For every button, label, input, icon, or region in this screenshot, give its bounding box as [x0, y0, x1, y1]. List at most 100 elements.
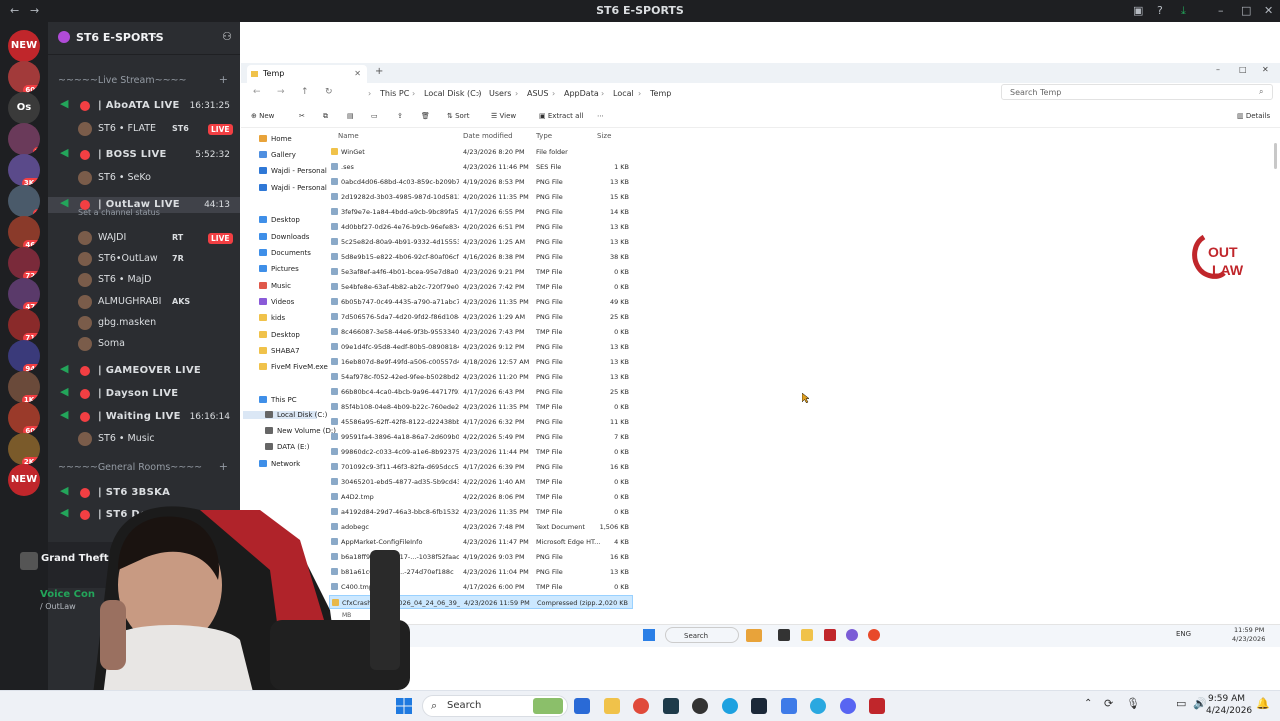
nav-item[interactable]: Music	[259, 282, 291, 290]
rename-icon[interactable]: ▭	[371, 112, 378, 120]
close-tab-icon[interactable]: ✕	[354, 65, 361, 83]
inner-search-box[interactable]: Search	[665, 627, 739, 643]
sync-icon[interactable]: ⟳	[1104, 697, 1113, 710]
add-channel-icon[interactable]: +	[219, 73, 228, 86]
delete-icon[interactable]: 🗑	[421, 112, 430, 120]
voice-channel[interactable]: ◀ | GAMEOVER LIVE	[48, 363, 240, 379]
discord-icon[interactable]	[846, 629, 858, 641]
server-icon[interactable]: Os	[8, 92, 40, 124]
voice-member[interactable]: ST6 • SeKo	[48, 170, 240, 186]
voice-member[interactable]: ST6•OutLaw 7R	[48, 251, 240, 267]
file-row[interactable]: .ses 4/23/2026 11:46 PM SES File 1 KB	[329, 160, 633, 174]
volume-icon[interactable]: 🔊	[1193, 697, 1207, 710]
voice-channel[interactable]: ◀ | BOSS LIVE 5:52:32	[48, 147, 240, 163]
taskbar-search-box[interactable]: ⌕ Search	[422, 695, 568, 717]
category-live-stream[interactable]: ~~~~~Live Stream~~~~	[58, 75, 186, 86]
file-row[interactable]: 09e1d4fc-95d8-4edf-80b5-089081847502 4/23…	[329, 340, 633, 354]
app-icon[interactable]	[722, 698, 738, 714]
nav-item[interactable]: kids	[259, 314, 285, 322]
new-tab-icon[interactable]: +	[375, 66, 383, 77]
file-row[interactable]: 5c25e82d-80a9-4b91-9332-4d1555375167 4/23…	[329, 235, 633, 249]
nav-item[interactable]: Desktop	[259, 216, 300, 224]
voice-channel[interactable]: ◀ | Waiting LIVE 16:16:14	[48, 409, 240, 425]
column-header-date[interactable]: Date modified	[463, 132, 513, 140]
server-icon[interactable]: 719	[8, 309, 40, 341]
nav-item[interactable]: SHABA7	[259, 347, 300, 355]
minimize-icon[interactable]: –	[1218, 4, 1224, 17]
nav-item[interactable]: Gallery	[259, 151, 296, 159]
tab-temp[interactable]: Temp ✕	[247, 65, 367, 83]
server-icon[interactable]: 3K+	[8, 154, 40, 186]
server-icon[interactable]: 7	[8, 123, 40, 155]
terminal-icon[interactable]	[663, 698, 679, 714]
nav-item[interactable]: Desktop	[259, 331, 300, 339]
file-row[interactable]: 5d8e9b15-e822-4b06-92cf-80af06cf466b 4/16…	[329, 250, 633, 264]
file-row[interactable]: WinGet 4/23/2026 8:20 PM File folder	[329, 145, 633, 159]
app-icon[interactable]	[810, 698, 826, 714]
file-row[interactable]: 0abcd4d06-68bd-4c03-859c-b209b7729b... 4/…	[329, 175, 633, 189]
view-button[interactable]: ☰ View	[491, 112, 516, 120]
voice-member[interactable]: ST6 • Music	[48, 431, 240, 447]
notification-icon[interactable]: 🔔	[1256, 697, 1270, 710]
server-icon[interactable]: 1K+	[8, 371, 40, 403]
windows-start-icon[interactable]	[643, 629, 655, 641]
breadcrumb-item[interactable]: This PC	[380, 89, 409, 98]
refresh-icon[interactable]: ↻	[325, 87, 333, 97]
server-icon[interactable]: 466	[8, 216, 40, 248]
language-indicator[interactable]: ENG	[1176, 630, 1191, 638]
sort-button[interactable]: ⇅ Sort	[447, 112, 469, 120]
discord-icon[interactable]	[840, 698, 856, 714]
file-row[interactable]: 16eb807d-8e9f-49fd-a506-c00557d4c5ee 4/18…	[329, 355, 633, 369]
file-row[interactable]: 99591fa4-3896-4a18-86a7-2d609b02c8f2 4/22…	[329, 430, 633, 444]
server-icon[interactable]: 948	[8, 340, 40, 372]
chevron-down-icon[interactable]: ⌄	[151, 30, 159, 41]
forward-arrow-icon[interactable]: →	[277, 87, 285, 97]
invite-people-icon[interactable]: ⚇	[222, 30, 232, 43]
microphone-icon[interactable]: 🎙	[1126, 697, 1140, 710]
cut-icon[interactable]: ✂	[299, 112, 305, 120]
file-row[interactable]: 54af978c-f052-42ed-9fee-b5028bd28deb 4/23…	[329, 370, 633, 384]
nav-item[interactable]: Downloads	[259, 233, 309, 241]
calculator-app-icon[interactable]	[574, 698, 590, 714]
details-button[interactable]: ▥ Details	[1237, 112, 1270, 120]
adobe-icon[interactable]	[824, 629, 836, 641]
add-channel-icon[interactable]: +	[219, 460, 228, 473]
category-general-rooms[interactable]: ~~~~~General Rooms~~~~	[58, 462, 202, 473]
nav-item[interactable]: Pictures	[259, 265, 299, 273]
server-header[interactable]: ST6 E-SPORTS ⌄ ⚇	[48, 22, 240, 55]
file-row[interactable]: 5e4bfe8e-63af-4b82-ab2c-720f79e065e8... 4…	[329, 280, 633, 294]
maximize-icon[interactable]: □	[1239, 65, 1247, 74]
file-explorer-icon[interactable]	[604, 698, 620, 714]
channel-status[interactable]: Set a channel status	[78, 208, 160, 217]
clock-time[interactable]: 9:59 AM	[1208, 694, 1245, 704]
inbox-icon[interactable]: ▣	[1133, 4, 1143, 17]
file-row[interactable]: 5e3af8ef-a4f6-4b01-bcea-95e7d8a02b6... 4/…	[329, 265, 633, 279]
file-row[interactable]: 30465201-ebd5-4877-ad35-5b9cd43d41... 4/2…	[329, 475, 633, 489]
file-row[interactable]: 3fef9e7e-1a84-4bdd-a9cb-9bc89fa5c4a 4/17/…	[329, 205, 633, 219]
download-icon[interactable]: ⤓	[1181, 4, 1186, 18]
back-arrow-icon[interactable]: ←	[253, 87, 261, 97]
column-header-type[interactable]: Type	[536, 132, 552, 140]
breadcrumb-item[interactable]: ASUS	[527, 89, 548, 98]
nav-item[interactable]: This PC	[259, 396, 297, 404]
file-row[interactable]: 701092c9-3f11-46f3-82fa-d695dcc51441 4/17…	[329, 460, 633, 474]
nav-item[interactable]: Wajdi - Personal	[259, 167, 327, 175]
voice-member[interactable]: ALMUGHRABI AKS	[48, 294, 240, 310]
close-icon[interactable]: ✕	[1262, 65, 1269, 74]
chrome-icon[interactable]	[633, 698, 649, 714]
file-row[interactable]: 6b05b747-0c49-4435-a790-a71abc722470 4/23…	[329, 295, 633, 309]
server-icon[interactable]: 9	[8, 185, 40, 217]
nav-item[interactable]: Home	[259, 135, 292, 143]
file-row[interactable]: 7d506576-5da7-4d20-9fd2-f86d10848712 4/23…	[329, 310, 633, 324]
app-icon[interactable]	[868, 629, 880, 641]
file-explorer-icon[interactable]	[801, 629, 813, 641]
maximize-icon[interactable]: □	[1241, 4, 1251, 17]
breadcrumb-item[interactable]: Local Disk (C:)	[424, 89, 482, 98]
nav-item[interactable]: Documents	[259, 249, 311, 257]
breadcrumb-item[interactable]: Temp	[650, 89, 671, 98]
voice-member[interactable]: gbg.masken	[48, 315, 240, 331]
server-icon[interactable]: 604	[8, 402, 40, 434]
app-icon[interactable]	[781, 698, 797, 714]
clock-date[interactable]: 4/24/2026	[1206, 706, 1252, 716]
share-icon[interactable]: ⇪	[397, 112, 403, 120]
